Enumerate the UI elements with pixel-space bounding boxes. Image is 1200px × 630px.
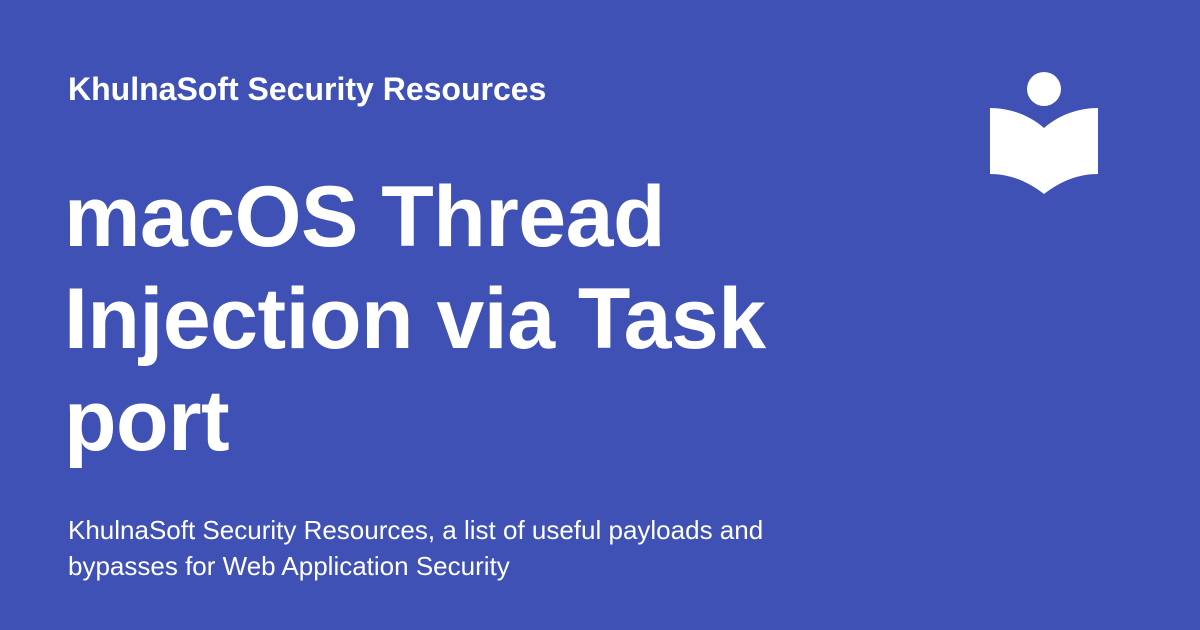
page-title: macOS Thread Injection via Task port [64, 169, 766, 469]
book-reader-icon [988, 70, 1100, 198]
site-name: KhulnaSoft Security Resources [68, 71, 547, 107]
page-description: KhulnaSoft Security Resources, a list of… [68, 515, 764, 581]
social-card: KhulnaSoft Security Resources macOS Thre… [0, 0, 1200, 630]
